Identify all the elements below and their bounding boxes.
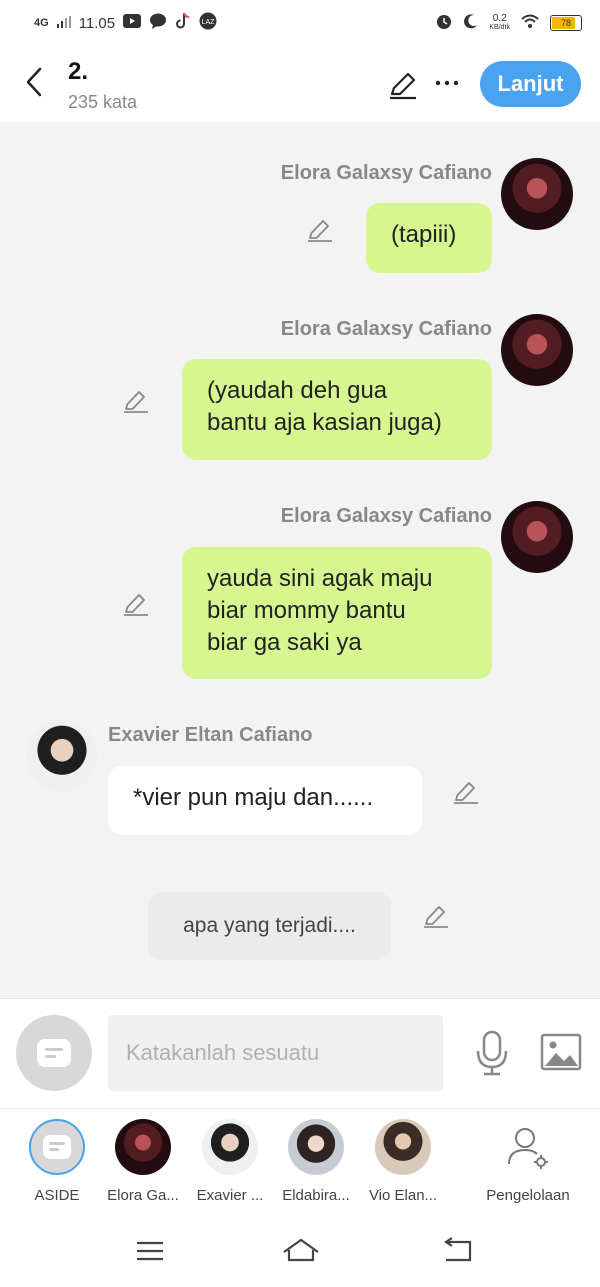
next-button[interactable]: Lanjut <box>480 61 581 107</box>
back-button[interactable] <box>20 64 48 100</box>
pencil-icon <box>390 72 416 100</box>
tab-label: Eldabira... <box>282 1187 350 1204</box>
svg-text:LAZ: LAZ <box>202 19 216 26</box>
message-bubble[interactable]: yauda sini agak maju biar mommy bantu bi… <box>182 547 492 679</box>
message-bubble[interactable]: (yaudah deh gua bantu aja kasian juga) <box>182 359 492 460</box>
aside-tab-avatar <box>29 1119 85 1175</box>
sender-name: Elora Galaxsy Cafiano <box>280 318 492 340</box>
wifi-icon <box>520 13 540 32</box>
message-bubble[interactable]: *vier pun maju dan...... <box>108 766 422 835</box>
sender-name: Elora Galaxsy Cafiano <box>280 505 492 527</box>
chat-area[interactable]: Elora Galaxsy Cafiano (tapiii) Elora Gal… <box>0 122 600 998</box>
sender-name: Elora Galaxsy Cafiano <box>280 162 492 184</box>
message-bubble[interactable]: (tapiii) <box>366 203 492 273</box>
more-options-button[interactable] <box>432 68 462 98</box>
pencil-icon <box>124 594 148 616</box>
edit-message-button[interactable] <box>122 590 150 618</box>
avatar-elora[interactable] <box>501 314 573 386</box>
clock: 11.05 <box>78 14 116 32</box>
avatar <box>202 1119 258 1175</box>
avatar <box>115 1119 171 1175</box>
pencil-icon <box>124 391 148 413</box>
net-speed-value: 0.2 <box>492 12 507 24</box>
battery-level: 78 <box>560 17 571 28</box>
status-bar: 4G 11.05 LAZ 0.2 KB/dtk 78 <box>0 0 600 44</box>
home-button[interactable] <box>282 1234 319 1266</box>
back-nav-button[interactable] <box>440 1234 476 1266</box>
back-arrow-icon <box>26 67 42 97</box>
avatar-elora[interactable] <box>501 158 573 230</box>
back-nav-icon <box>444 1237 472 1262</box>
microphone-icon <box>476 1030 508 1076</box>
header: 2. 235 kata Lanjut <box>0 44 600 122</box>
page-title: 2. <box>68 58 89 85</box>
net-speed: 0.2 KB/dtk <box>489 12 510 32</box>
chat-app-icon <box>149 13 167 33</box>
avatar-exavier[interactable] <box>26 720 98 792</box>
avatar-elora[interactable] <box>501 501 573 573</box>
composer-bar <box>0 998 600 1109</box>
tab-character-elora[interactable]: Elora Ga... <box>99 1119 187 1214</box>
aside-icon <box>37 1039 71 1067</box>
tab-manage-characters[interactable]: Pengelolaan <box>478 1119 578 1214</box>
edit-message-button[interactable] <box>452 778 480 806</box>
sender-name: Exavier Eltan Cafiano <box>108 724 313 746</box>
edit-message-button[interactable] <box>422 902 450 930</box>
pencil-icon <box>454 782 478 804</box>
image-icon <box>540 1033 582 1071</box>
tab-label: Elora Ga... <box>107 1187 179 1204</box>
tab-aside[interactable]: ASIDE <box>13 1119 101 1214</box>
aside-bubble[interactable]: apa yang terjadi.... <box>148 892 391 960</box>
edit-message-button[interactable] <box>122 387 150 415</box>
edit-title-button[interactable] <box>388 70 418 100</box>
pencil-icon <box>424 906 448 928</box>
message-input[interactable] <box>108 1015 443 1091</box>
word-count: 235 kata <box>68 92 138 112</box>
home-icon <box>283 1238 319 1262</box>
more-icon <box>435 80 459 86</box>
signal-icon <box>56 15 71 32</box>
insert-image-button[interactable] <box>540 1033 582 1071</box>
tab-label: Pengelolaan <box>486 1187 570 1204</box>
aside-icon <box>43 1135 71 1159</box>
tab-character-eldabira[interactable]: Eldabira... <box>272 1119 360 1214</box>
tab-character-exavier[interactable]: Exavier ... <box>186 1119 274 1214</box>
character-tab-bar: ASIDE Elora Ga... Exavier ... Eldabira..… <box>0 1108 600 1219</box>
tiktok-icon <box>175 12 191 34</box>
network-indicator: 4G <box>34 17 49 29</box>
pencil-icon <box>308 220 332 242</box>
moon-icon <box>463 13 479 32</box>
system-nav-bar <box>0 1218 600 1287</box>
aside-toggle-button[interactable] <box>16 1015 92 1091</box>
manage-characters-icon <box>500 1119 556 1175</box>
alarm-icon <box>435 12 453 33</box>
menu-icon <box>137 1241 163 1261</box>
edit-message-button[interactable] <box>306 216 334 244</box>
tab-label: Vio Elan... <box>368 1187 438 1204</box>
menu-button[interactable] <box>134 1234 170 1266</box>
tab-label: ASIDE <box>34 1187 80 1204</box>
lazada-icon: LAZ <box>199 12 217 34</box>
youtube-icon <box>123 14 142 32</box>
battery-icon: 78 <box>550 14 582 31</box>
avatar <box>375 1119 431 1175</box>
avatar <box>288 1119 344 1175</box>
net-speed-unit: KB/dtk <box>489 23 510 31</box>
microphone-button[interactable] <box>472 1029 512 1077</box>
tab-label: Exavier ... <box>196 1187 264 1204</box>
tab-character-vio[interactable]: Vio Elan... <box>359 1119 447 1214</box>
